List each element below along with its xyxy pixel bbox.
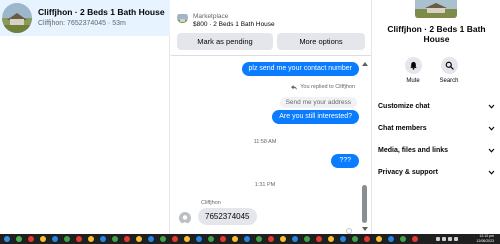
more-options-button[interactable]: More options xyxy=(277,33,365,50)
app-icon[interactable] xyxy=(340,236,346,242)
app-icon[interactable] xyxy=(196,236,202,242)
clock-date: 12/06/2023 xyxy=(476,238,494,243)
app-icon[interactable] xyxy=(52,236,58,242)
scrollbar-thumb[interactable] xyxy=(362,185,367,223)
chat-panel: Marketplace $800 · 2 Beds 1 Bath House M… xyxy=(171,0,371,234)
menu-item-label: Customize chat xyxy=(378,102,430,110)
app-icon[interactable] xyxy=(400,236,406,242)
tray-icon[interactable] xyxy=(448,237,452,241)
tray-icon[interactable] xyxy=(454,237,458,241)
mute-label: Mute xyxy=(406,78,420,84)
app-icon[interactable] xyxy=(124,236,130,242)
chevron-down-icon xyxy=(488,104,495,109)
app-icon[interactable] xyxy=(280,236,286,242)
search-label: Search xyxy=(439,78,459,84)
tray-icon[interactable] xyxy=(436,237,440,241)
app-icon[interactable] xyxy=(28,236,34,242)
conversation-preview: Cliffjhon: 7652374045 · 53m xyxy=(38,19,126,27)
app-icon[interactable] xyxy=(220,236,226,242)
app-icon[interactable] xyxy=(352,236,358,242)
chevron-down-icon xyxy=(488,170,495,175)
app-icon[interactable] xyxy=(268,236,274,242)
clock-time: 12:10 pm xyxy=(479,234,494,238)
outgoing-message[interactable]: plz send me your contact number xyxy=(241,62,359,77)
chevron-down-icon xyxy=(488,126,495,131)
conversation-title: Cliffjhon · 2 Beds 1 Bath House xyxy=(38,8,165,18)
marketplace-label: Marketplace xyxy=(193,13,229,20)
app-icon[interactable] xyxy=(16,236,22,242)
details-panel: Cliffjhon · 2 Beds 1 Bath House Mute Sea… xyxy=(371,0,500,234)
outgoing-message[interactable]: ??? xyxy=(331,154,359,169)
mark-as-pending-button[interactable]: Mark as pending xyxy=(177,33,273,50)
app-icon[interactable] xyxy=(244,236,250,242)
system-tray[interactable] xyxy=(436,237,464,241)
app-icon[interactable] xyxy=(40,236,46,242)
app-icon[interactable] xyxy=(172,236,178,242)
chevron-down-icon xyxy=(488,148,495,153)
app-icon[interactable] xyxy=(256,236,262,242)
menu-media-files-links[interactable]: Media, files and links xyxy=(378,143,495,157)
reply-icon xyxy=(291,84,298,90)
sender-name: Cliffjhon xyxy=(201,200,221,206)
app-icon[interactable] xyxy=(112,236,118,242)
app-icon[interactable] xyxy=(208,236,214,242)
app-icon[interactable] xyxy=(76,236,82,242)
reply-indicator: You replied to Cliffjhon xyxy=(291,84,355,90)
app-icon[interactable] xyxy=(316,236,322,242)
chat-scrollbar[interactable] xyxy=(359,57,371,234)
marketplace-card: Marketplace $800 · 2 Beds 1 Bath House M… xyxy=(171,0,371,56)
menu-item-label: Chat members xyxy=(378,124,427,132)
search-button[interactable]: Search xyxy=(434,57,464,84)
scroll-down-icon[interactable] xyxy=(361,225,369,233)
reply-note: You replied to Cliffjhon xyxy=(300,84,355,90)
scroll-up-icon[interactable] xyxy=(361,60,369,68)
app-icon[interactable] xyxy=(388,236,394,242)
message-list: plz send me your contact number You repl… xyxy=(171,57,371,234)
quoted-message[interactable]: Send me your address xyxy=(279,97,357,108)
app-icon[interactable] xyxy=(412,236,418,242)
start-icon[interactable] xyxy=(4,236,10,242)
menu-privacy-support[interactable]: Privacy & support xyxy=(378,165,495,179)
search-icon xyxy=(445,61,454,70)
app-icon[interactable] xyxy=(148,236,154,242)
app-icon[interactable] xyxy=(184,236,190,242)
listing-thumbnail xyxy=(2,3,32,33)
tray-icon[interactable] xyxy=(442,237,446,241)
menu-chat-members[interactable]: Chat members xyxy=(378,121,495,135)
app-icon[interactable] xyxy=(292,236,298,242)
app-icon[interactable] xyxy=(232,236,238,242)
outgoing-message[interactable]: Are you still interested? xyxy=(272,110,359,125)
timestamp: 11:58 AM xyxy=(253,139,277,145)
sender-avatar xyxy=(179,212,191,224)
app-icon[interactable] xyxy=(304,236,310,242)
incoming-message[interactable]: 7652374045 xyxy=(198,208,257,225)
conversation-item-active[interactable]: Cliffjhon · 2 Beds 1 Bath House Cliffjho… xyxy=(0,0,170,36)
conversation-list: Cliffjhon · 2 Beds 1 Bath House Cliffjho… xyxy=(0,0,170,234)
marketplace-thumbnail xyxy=(177,12,188,23)
menu-customize-chat[interactable]: Customize chat xyxy=(378,99,495,113)
timestamp: 1:31 PM xyxy=(254,182,276,188)
app-icon[interactable] xyxy=(160,236,166,242)
app-icon[interactable] xyxy=(100,236,106,242)
taskbar-clock[interactable]: 12:10 pm 12/06/2023 xyxy=(476,234,494,243)
taskbar: 12:10 pm 12/06/2023 xyxy=(0,234,500,244)
app-icon[interactable] xyxy=(64,236,70,242)
app-icon[interactable] xyxy=(88,236,94,242)
listing-image xyxy=(415,0,457,18)
bell-icon xyxy=(409,61,417,70)
app-icon[interactable] xyxy=(376,236,382,242)
app-icon[interactable] xyxy=(328,236,334,242)
app-icon[interactable] xyxy=(136,236,142,242)
mute-button[interactable]: Mute xyxy=(398,57,428,84)
menu-item-label: Privacy & support xyxy=(378,168,438,176)
details-title: Cliffjhon · 2 Beds 1 Bath House xyxy=(387,24,486,45)
marketplace-listing[interactable]: $800 · 2 Beds 1 Bath House xyxy=(193,21,275,28)
menu-item-label: Media, files and links xyxy=(378,146,449,154)
app-icon[interactable] xyxy=(364,236,370,242)
